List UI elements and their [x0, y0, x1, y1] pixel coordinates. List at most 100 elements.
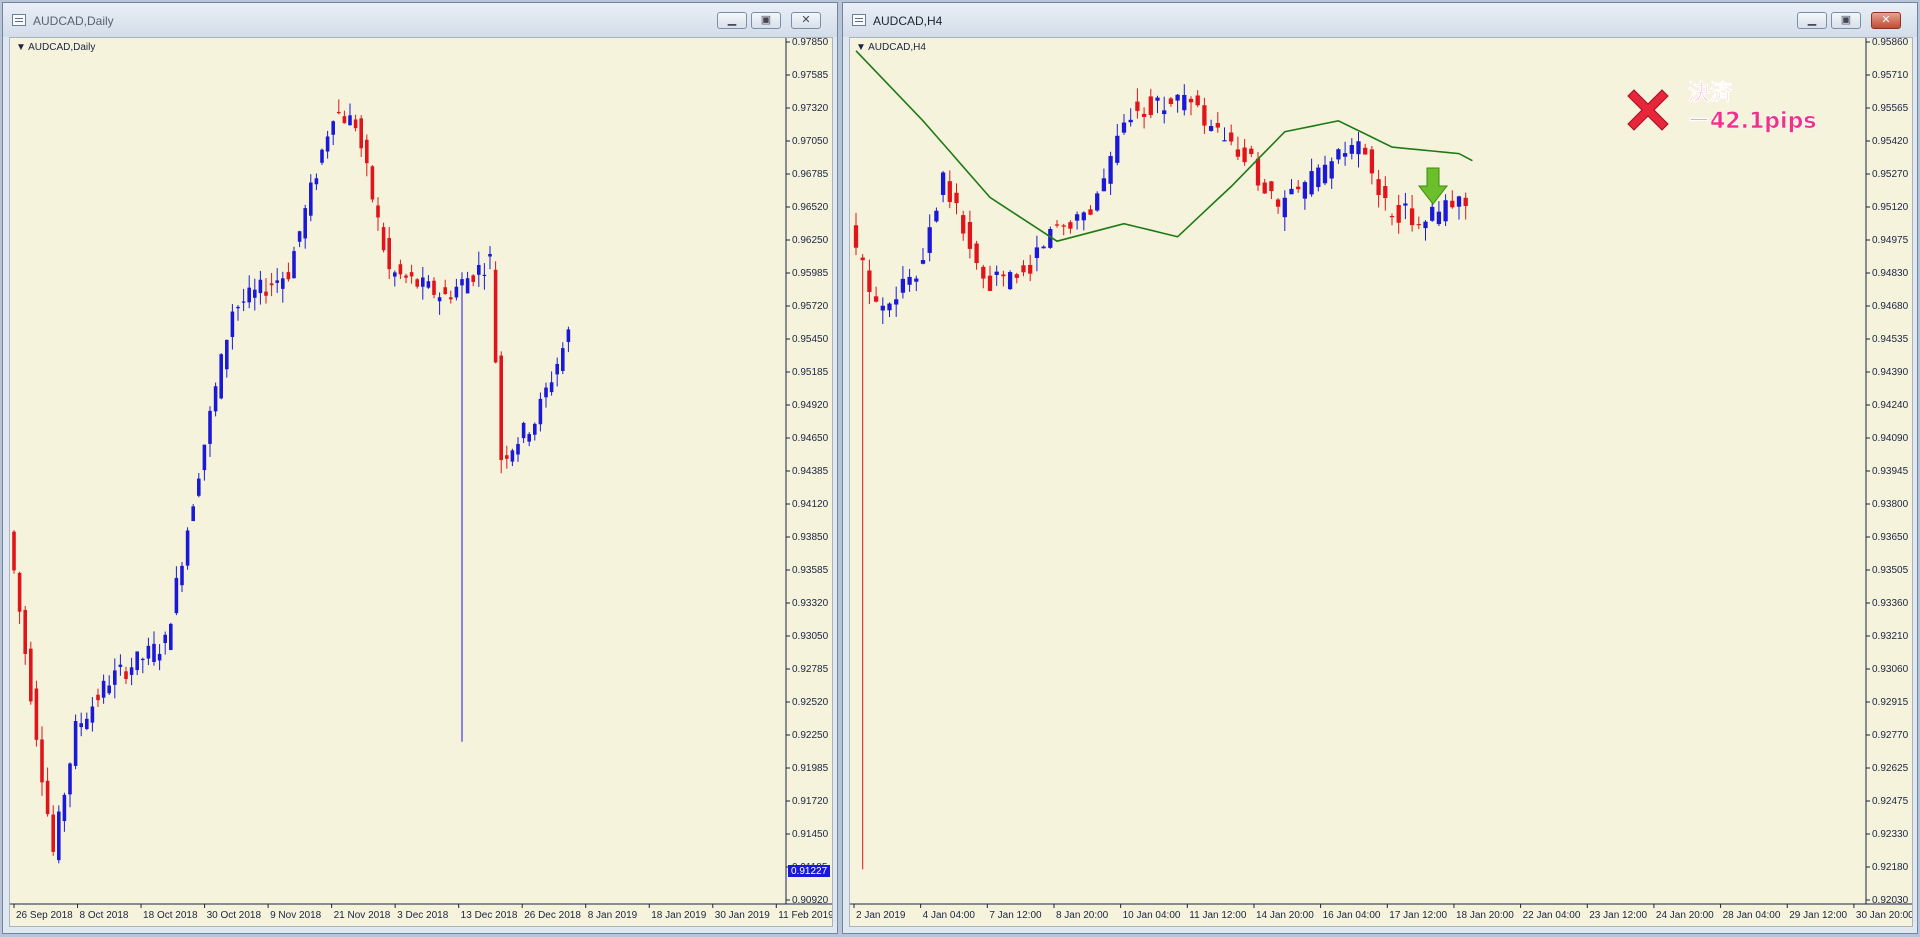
- bear-candle: [23, 609, 27, 654]
- bear-candle: [1383, 186, 1388, 199]
- bear-candle: [1376, 179, 1381, 196]
- bear-candle: [370, 166, 375, 200]
- chart-window-icon: [12, 14, 26, 26]
- bull-candle: [1155, 97, 1160, 101]
- bear-candle: [853, 225, 859, 248]
- bear-candle: [432, 280, 436, 295]
- bear-candle: [342, 116, 347, 124]
- price-tick-label: 0.95860: [1872, 38, 1909, 48]
- bull-candle: [1007, 272, 1013, 290]
- bull-candle: [129, 667, 134, 675]
- price-tick-label: 0.95985: [792, 268, 829, 279]
- time-tick-label: 11 Feb 2019: [778, 910, 832, 921]
- price-tick-label: 0.92330: [1872, 829, 1909, 840]
- bull-candle: [1322, 164, 1328, 184]
- bear-candle: [505, 455, 509, 459]
- bear-candle: [409, 272, 414, 277]
- price-tick-label: 0.92915: [1872, 697, 1909, 708]
- bull-candle: [927, 227, 932, 253]
- bear-candle: [499, 355, 503, 461]
- bull-candle: [297, 231, 302, 242]
- bull-candle: [213, 386, 218, 412]
- bull-candle: [309, 182, 313, 216]
- bear-candle: [443, 287, 447, 295]
- right-chart-area[interactable]: ▼ AUDCAD,H4 0.95860 0.95710 0.95565 0.95420…: [849, 37, 1913, 927]
- price-tick-label: 0.94385: [792, 466, 829, 477]
- right-candles: [853, 84, 1468, 870]
- price-tick-label: 0.95720: [792, 301, 829, 312]
- price-tick-label: 0.92250: [792, 730, 829, 741]
- price-tick-label: 0.95420: [1872, 136, 1909, 147]
- bull-candle: [253, 289, 257, 298]
- price-tick-label: 0.96520: [792, 202, 829, 213]
- time-tick-label: 16 Jan 04:00: [1323, 910, 1381, 921]
- right-price-ticks: 0.95860 0.95710 0.95565 0.95420 0.95270 0.951…: [1866, 38, 1909, 906]
- bull-candle: [292, 251, 296, 279]
- close-icon[interactable]: ✕: [791, 12, 821, 29]
- price-tick-label: 0.94390: [1872, 367, 1909, 378]
- bull-candle: [527, 434, 531, 442]
- bull-candle: [477, 264, 481, 275]
- bull-candle: [1316, 167, 1321, 188]
- bear-candle: [1416, 224, 1421, 226]
- price-tick-label: 0.93945: [1872, 466, 1909, 477]
- bull-candle: [538, 398, 543, 425]
- minimize-icon[interactable]: ▁: [717, 12, 747, 29]
- bear-candle: [1269, 181, 1274, 192]
- time-tick-label: 21 Nov 2018: [334, 910, 391, 921]
- bull-candle: [135, 651, 139, 671]
- bull-candle: [1182, 94, 1187, 111]
- price-tick-label: 0.90920: [792, 895, 829, 906]
- bull-candle: [460, 279, 464, 286]
- bear-candle: [1188, 98, 1194, 103]
- bear-candle: [286, 272, 291, 280]
- time-tick-label: 30 Jan 20:00: [1856, 910, 1912, 921]
- bull-candle: [1336, 149, 1341, 160]
- bull-candle: [533, 423, 537, 435]
- maximize-icon[interactable]: ▣: [1831, 12, 1861, 29]
- right-time-ticks: 2 Jan 2019 4 Jan 04:00 7 Jan 12:00 8 Jan 20…: [853, 904, 1912, 921]
- price-tick-label: 0.92475: [1872, 796, 1909, 807]
- bull-candle: [1222, 140, 1227, 142]
- bull-candle: [258, 279, 263, 294]
- bear-candle: [1409, 208, 1415, 226]
- right-chart-window[interactable]: AUDCAD,H4 ▁ ▣ ✕ ▼ AUDCAD,H4 0.95860 0.957…: [842, 2, 1918, 934]
- bull-candle: [141, 658, 145, 661]
- daily-candlestick-chart[interactable]: ▼ AUDCAD,Daily 0.978500.975850.973200.97…: [10, 38, 832, 926]
- price-tick-label: 0.93320: [792, 598, 829, 609]
- h4-candlestick-chart[interactable]: ▼ AUDCAD,H4 0.95860 0.95710 0.95565 0.95420…: [850, 38, 1912, 926]
- left-candles: [12, 99, 571, 864]
- bull-candle: [566, 329, 571, 342]
- left-chart-area[interactable]: ▼ AUDCAD,Daily 0.97850 0.97585 0.97320 0.97…: [9, 37, 833, 927]
- bull-candle: [1175, 94, 1180, 101]
- bull-candle: [107, 685, 111, 694]
- bull-candle: [1342, 153, 1348, 157]
- bull-candle: [521, 422, 526, 439]
- close-icon[interactable]: ✕: [1871, 12, 1901, 29]
- bull-candle: [281, 278, 285, 289]
- bull-candle: [185, 530, 190, 566]
- time-tick-label: 29 Jan 12:00: [1789, 910, 1847, 921]
- bull-candle: [1356, 141, 1361, 155]
- bear-candle: [1061, 225, 1066, 227]
- bull-candle: [1403, 203, 1408, 206]
- price-tick-label: 0.95710: [1872, 70, 1909, 81]
- bull-candle: [1436, 211, 1442, 225]
- svg-text:0.91227: 0.91227: [791, 866, 828, 877]
- right-window-titlebar[interactable]: AUDCAD,H4 ▁ ▣ ✕: [843, 3, 1917, 37]
- moving-average-line: [855, 50, 1473, 243]
- time-tick-label: 10 Jan 04:00: [1123, 910, 1181, 921]
- bull-candle: [1081, 212, 1086, 221]
- left-window-titlebar[interactable]: AUDCAD,Daily ▁ ▣ ✕: [3, 3, 837, 37]
- maximize-icon[interactable]: ▣: [751, 12, 781, 29]
- price-tick-label: 0.93800: [1872, 499, 1909, 510]
- bear-candle: [34, 688, 39, 740]
- bull-candle: [1349, 145, 1354, 154]
- left-chart-window[interactable]: AUDCAD,Daily ▁ ▣ ✕ ▼ AUDCAD,Daily 0.9785…: [2, 2, 838, 934]
- bear-candle: [1296, 186, 1301, 190]
- left-window-title: AUDCAD,Daily: [33, 14, 114, 28]
- bull-candle: [907, 276, 912, 285]
- minimize-icon[interactable]: ▁: [1797, 12, 1827, 29]
- price-tick-label: 0.96250: [792, 235, 829, 246]
- bull-candle: [57, 811, 61, 861]
